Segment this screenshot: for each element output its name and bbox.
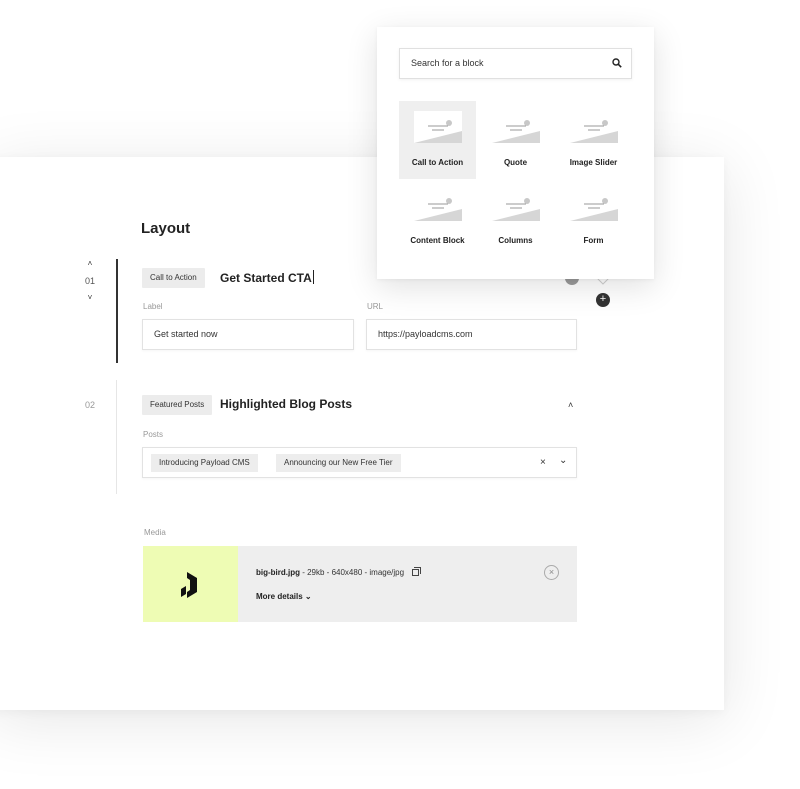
selected-post-chip[interactable]: Announcing our New Free Tier: [276, 454, 401, 472]
url-field[interactable]: https://payloadcms.com: [366, 319, 577, 350]
text-caret: [312, 270, 314, 284]
row-rail: [116, 380, 117, 494]
block-option-columns[interactable]: Columns: [477, 179, 554, 257]
row-title[interactable]: Highlighted Blog Posts: [220, 397, 352, 411]
block-option-image-slider[interactable]: Image Slider: [555, 101, 632, 179]
more-details-button[interactable]: More details ⌄: [256, 592, 312, 601]
search-placeholder[interactable]: Search for a block: [411, 49, 484, 78]
block-option-form[interactable]: Form: [555, 179, 632, 257]
block-label: Columns: [498, 236, 533, 245]
remove-media-icon[interactable]: ×: [544, 565, 559, 580]
layout-title: Layout: [141, 220, 191, 237]
file-meta: - 29kb - 640x480 - image/jpg: [300, 568, 405, 577]
block-search-input[interactable]: Search for a block: [399, 48, 632, 79]
move-up-icon[interactable]: ˄: [83, 260, 97, 268]
row-index: 01: [84, 276, 95, 286]
block-type-pill: Call to Action: [142, 268, 205, 288]
block-option-call-to-action[interactable]: Call to Action: [399, 101, 476, 179]
block-type-pill: Featured Posts: [142, 395, 213, 415]
url-field-label: URL: [367, 302, 384, 311]
row-rail-active: [116, 259, 118, 363]
add-block-button[interactable]: +: [596, 293, 610, 307]
media-upload: big-bird.jpg - 29kb - 640x480 - image/jp…: [143, 546, 577, 622]
payload-logo-icon: [181, 572, 197, 598]
block-picker-popover: Search for a block Call to Action Quote …: [377, 27, 654, 279]
media-thumbnail: [143, 546, 238, 622]
collapse-icon[interactable]: ˄: [568, 400, 573, 410]
posts-field-label: Posts: [143, 430, 164, 439]
block-thumbnail-icon: [414, 189, 462, 221]
block-label: Image Slider: [569, 158, 618, 167]
copy-icon[interactable]: [412, 567, 422, 576]
block-label: Call to Action: [411, 158, 464, 167]
clear-icon[interactable]: ×: [540, 457, 546, 468]
search-icon[interactable]: [612, 58, 622, 68]
move-down-icon[interactable]: ˅: [83, 294, 97, 302]
file-name[interactable]: big-bird.jpg: [256, 568, 300, 577]
file-info: big-bird.jpg - 29kb - 640x480 - image/jp…: [256, 567, 422, 577]
block-thumbnail-icon: [492, 111, 540, 143]
row-title-input[interactable]: Get Started CTA: [220, 270, 314, 285]
block-option-quote[interactable]: Quote: [477, 101, 554, 179]
block-thumbnail-icon: [492, 189, 540, 221]
block-thumbnail-icon: [570, 189, 618, 221]
label-field-label: Label: [143, 302, 163, 311]
block-label: Form: [583, 236, 604, 245]
media-field-label: Media: [144, 528, 166, 537]
chevron-down-icon[interactable]: ⌄: [559, 455, 567, 466]
block-thumbnail-icon: [570, 111, 618, 143]
row-index: 02: [84, 400, 95, 410]
page: Layout ˄ 01 ˅ Call to Action Get Started…: [0, 0, 800, 789]
block-label: Content Block: [410, 236, 465, 245]
label-field[interactable]: Get started now: [142, 319, 354, 350]
block-thumbnail-icon: [414, 111, 462, 143]
selected-post-chip[interactable]: Introducing Payload CMS: [151, 454, 258, 472]
block-option-content-block[interactable]: Content Block: [399, 179, 476, 257]
block-label: Quote: [503, 158, 528, 167]
